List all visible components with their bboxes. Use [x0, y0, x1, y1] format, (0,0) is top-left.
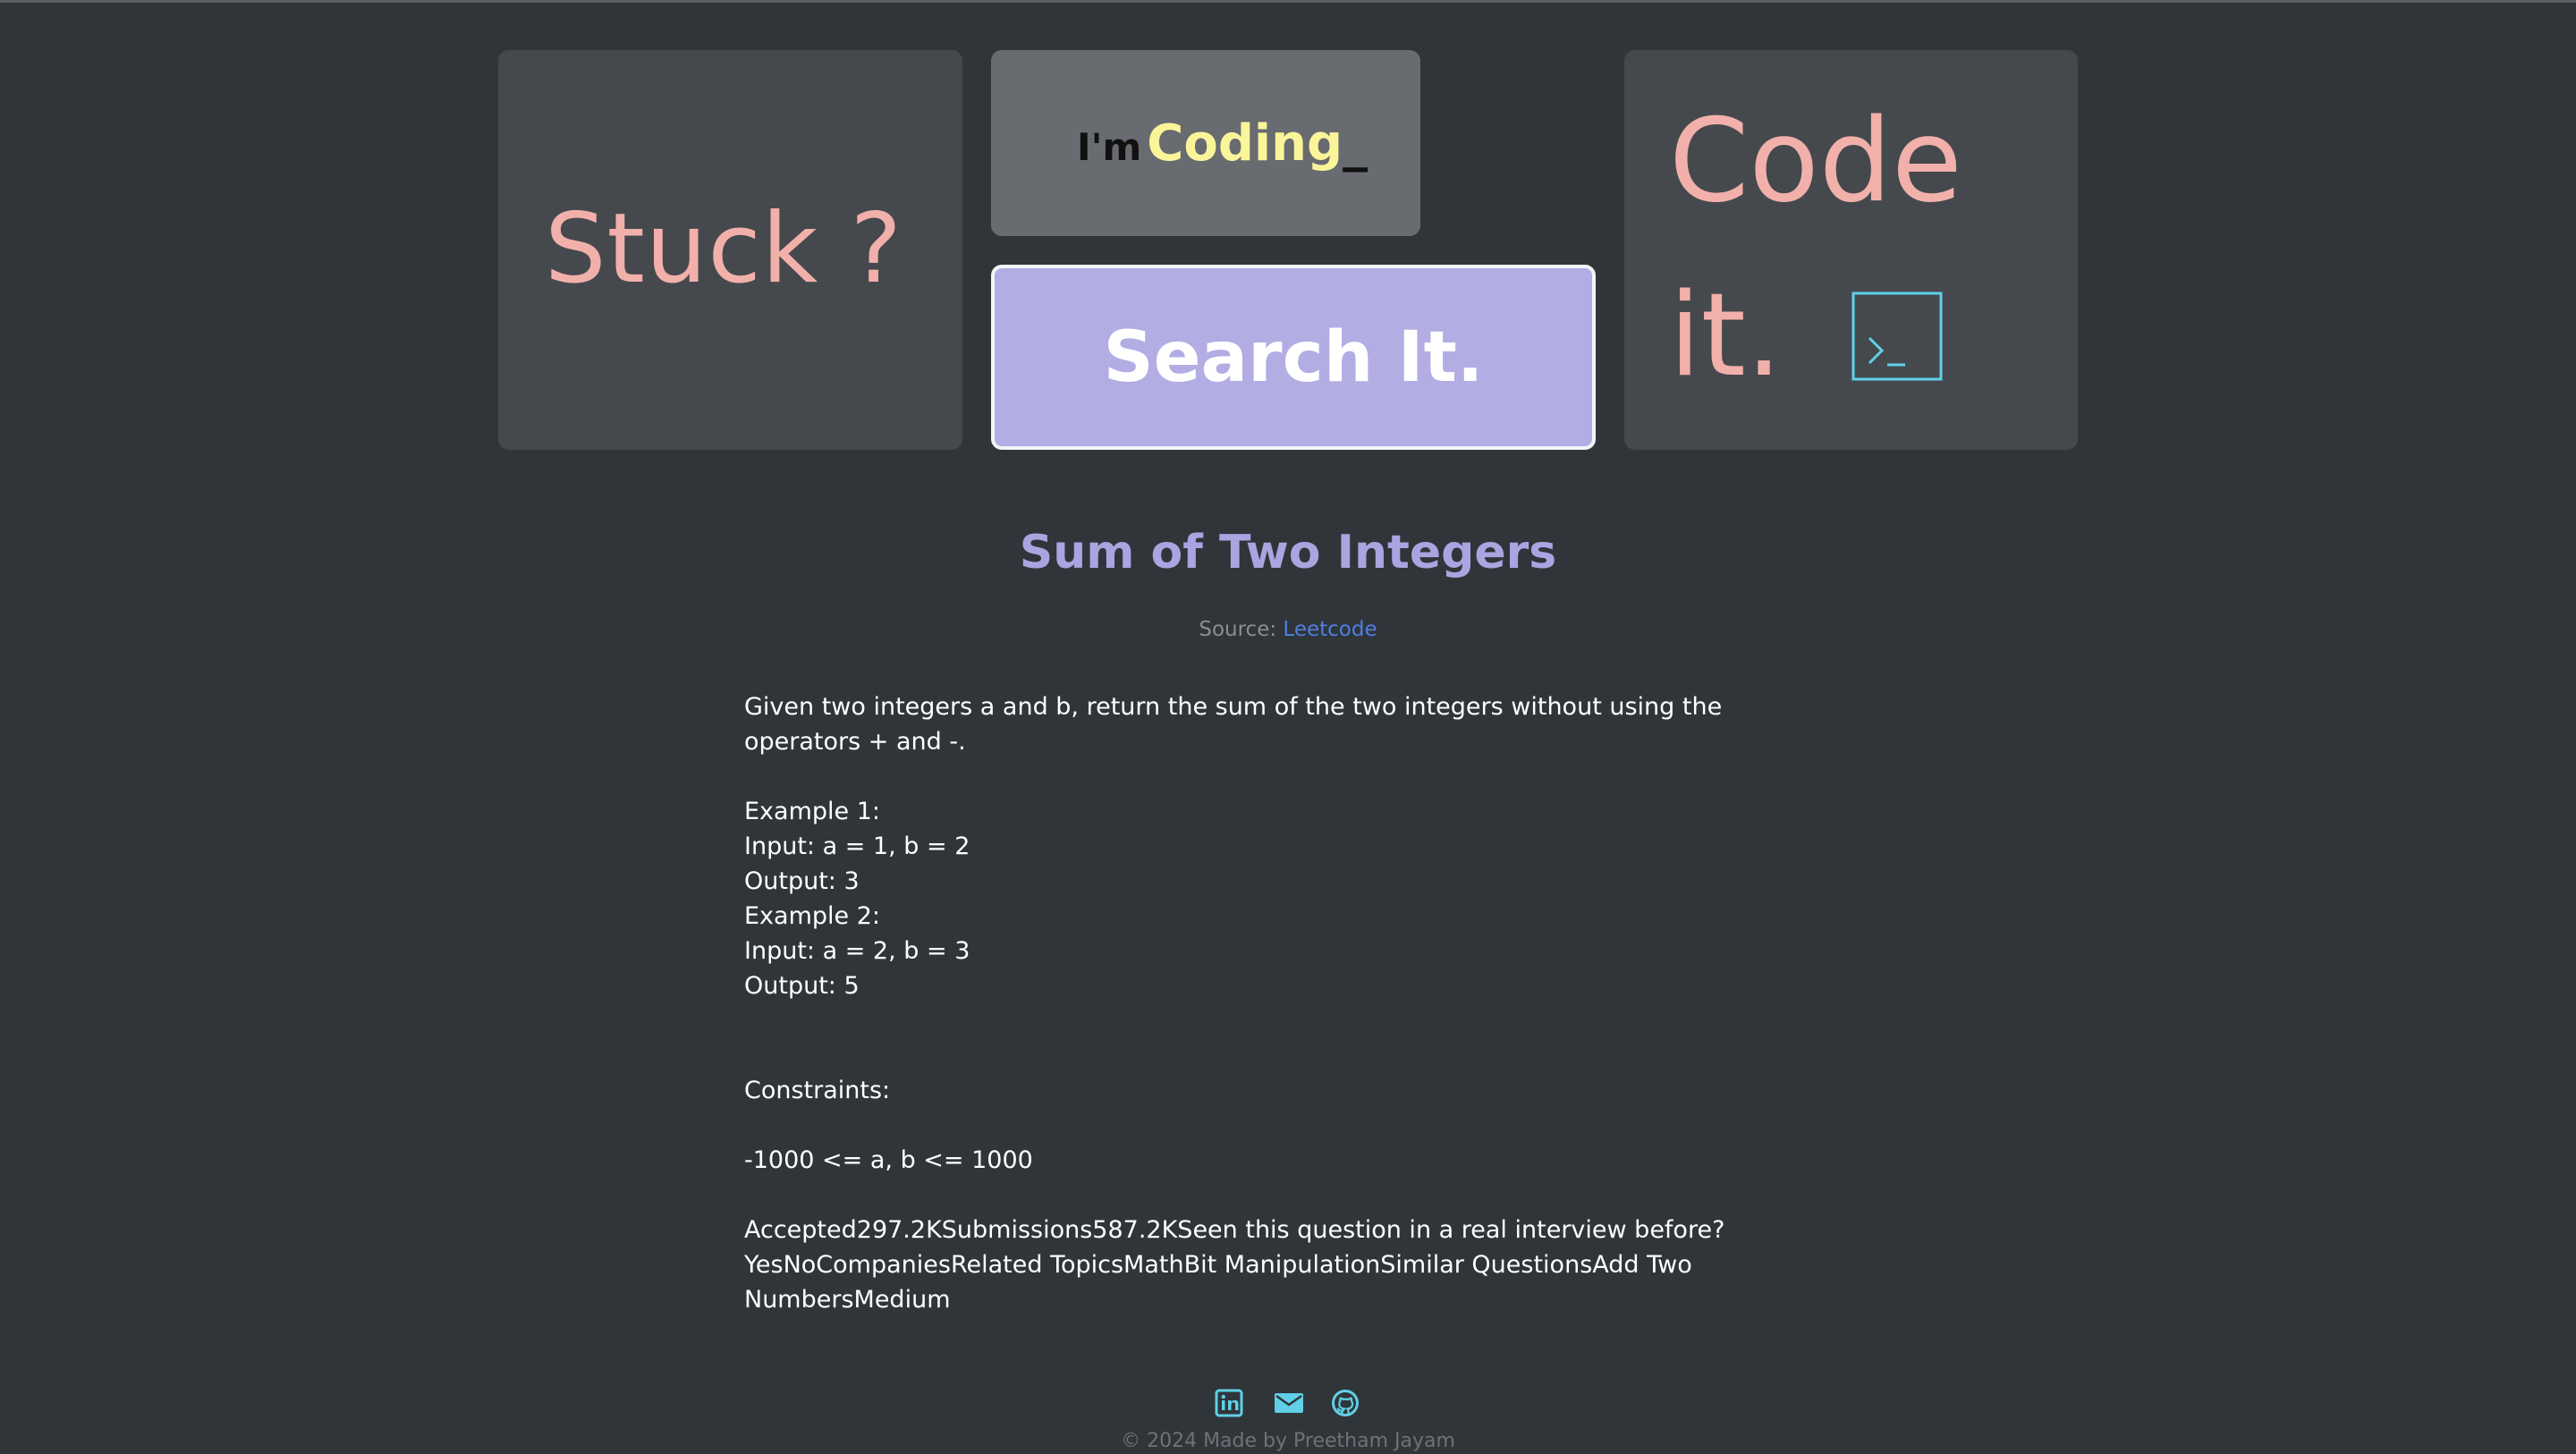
- constraint-text: -1000 <= a, b <= 1000: [744, 1146, 1033, 1174]
- code-it-line2: it.: [1669, 269, 1783, 402]
- code-it-line1: Code: [1669, 95, 1962, 228]
- stuck-text: Stuck ?: [545, 193, 902, 305]
- mail-icon[interactable]: [1274, 1389, 1303, 1417]
- search-it-button[interactable]: Search It.: [991, 265, 1596, 450]
- terminal-icon: [1852, 292, 1943, 381]
- problem-content: Given two integers a and b, return the s…: [744, 689, 1818, 1317]
- example-line: Input: a = 1, b = 2: [744, 833, 970, 860]
- problem-stats: Accepted297.2KSubmissions587.2KSeen this…: [744, 1216, 1725, 1314]
- source-link[interactable]: Leetcode: [1283, 618, 1377, 641]
- stuck-card: Stuck ?: [498, 50, 962, 450]
- example-line: Input: a = 2, b = 3: [744, 937, 970, 965]
- problem-title: Sum of Two Integers: [1019, 526, 1557, 579]
- example-line: Output: 5: [744, 972, 860, 1000]
- example-line: Example 1:: [744, 798, 880, 825]
- im-coding-line: I'm Coding_: [1077, 114, 1368, 173]
- github-icon[interactable]: [1331, 1389, 1360, 1417]
- source-line: Source: Leetcode: [0, 618, 2576, 641]
- source-label: Source:: [1199, 618, 1277, 641]
- coding-prefix: I'm: [1077, 125, 1142, 169]
- typing-cursor: _: [1343, 114, 1368, 173]
- example-line: Output: 3: [744, 867, 860, 895]
- linkedin-icon[interactable]: [1215, 1389, 1243, 1417]
- example-line: Example 2:: [744, 902, 880, 930]
- constraints-label: Constraints:: [744, 1077, 891, 1104]
- problem-description: Given two integers a and b, return the s…: [744, 693, 1723, 756]
- coding-word: Coding: [1147, 114, 1343, 173]
- code-it-card: Code it.: [1624, 50, 2078, 450]
- footer-social-links: [1215, 1389, 1367, 1424]
- copyright: © 2024 Made by Preetham Jayam: [1121, 1430, 1455, 1452]
- im-coding-card: I'm Coding_: [991, 50, 1420, 236]
